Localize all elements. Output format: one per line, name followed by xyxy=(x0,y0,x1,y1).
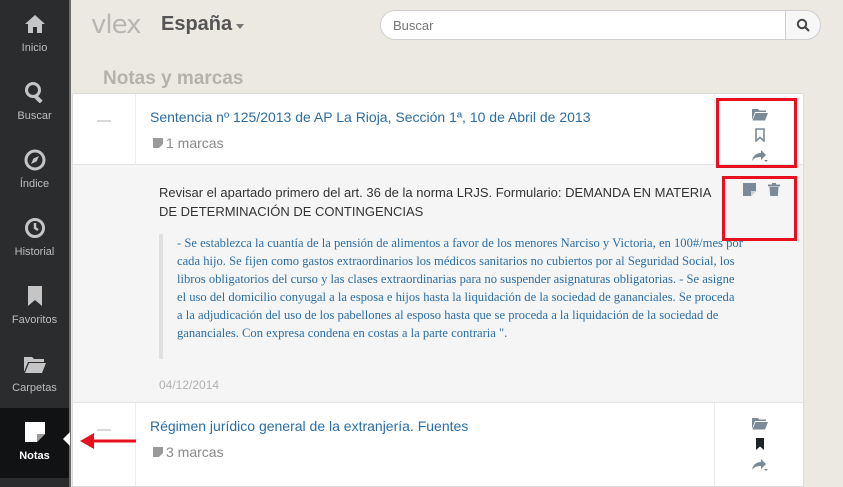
bookmark-icon xyxy=(27,284,43,308)
sidebar-item-favoritos[interactable]: Favoritos xyxy=(0,272,69,340)
chevron-down-icon[interactable] xyxy=(236,24,244,29)
folder-icon[interactable] xyxy=(752,417,768,430)
sidebar-item-label: Índice xyxy=(19,178,50,190)
sidebar-item-label: Buscar xyxy=(17,110,52,122)
notes-panel: Sentencia nº 125/2013 de AP La Rioja, Se… xyxy=(72,93,804,487)
sidebar-item-inicio[interactable]: Inicio xyxy=(0,0,69,68)
sidebar-item-label: Inicio xyxy=(21,42,48,54)
document-actions xyxy=(714,403,803,486)
note-quote: - Se establezca la cuantía de la pensión… xyxy=(159,234,743,359)
document-row: Sentencia nº 125/2013 de AP La Rioja, Se… xyxy=(73,94,803,165)
sidebar-item-indice[interactable]: Índice xyxy=(0,136,69,204)
page-title: Notas y marcas xyxy=(103,68,244,89)
sidebar-item-notas[interactable]: Notas xyxy=(0,408,69,478)
search-icon xyxy=(796,18,810,32)
search-button[interactable] xyxy=(786,10,821,40)
compass-icon xyxy=(24,148,46,172)
share-icon[interactable] xyxy=(751,458,769,472)
row-divider xyxy=(135,94,136,165)
sidebar-item-label: Carpetas xyxy=(12,382,57,394)
history-icon xyxy=(24,216,46,240)
note-date: 04/12/2014 xyxy=(159,378,220,392)
search-icon xyxy=(24,80,46,104)
note-title: Revisar el apartado primero del art. 36 … xyxy=(159,185,711,219)
sidebar: Inicio Buscar Índice Historial Favoritos… xyxy=(0,0,69,487)
marks-label: 1 marcas xyxy=(166,135,224,151)
note-icon xyxy=(153,447,163,457)
document-title-link[interactable]: Sentencia nº 125/2013 de AP La Rioja, Se… xyxy=(150,109,590,125)
bookmark-filled-icon[interactable] xyxy=(755,437,765,451)
note-icon xyxy=(153,138,163,148)
note-icon xyxy=(24,420,46,444)
highlight-box-note-actions xyxy=(722,176,797,241)
marks-count[interactable]: 1 marcas xyxy=(153,135,224,151)
home-icon xyxy=(24,12,46,36)
sidebar-item-label: Favoritos xyxy=(11,314,58,326)
vlex-logo[interactable]: vlex xyxy=(91,10,142,40)
marks-count[interactable]: 3 marcas xyxy=(153,444,224,460)
search-input[interactable] xyxy=(380,10,786,40)
active-indicator xyxy=(63,432,70,446)
document-title-link[interactable]: Régimen jurídico general de la extranjer… xyxy=(150,418,468,434)
header: vlex España xyxy=(71,0,843,52)
marks-label: 3 marcas xyxy=(166,444,224,460)
folder-icon xyxy=(23,352,47,376)
sidebar-item-historial[interactable]: Historial xyxy=(0,204,69,272)
sidebar-item-label: Historial xyxy=(14,246,55,258)
sidebar-item-label: Notas xyxy=(19,450,50,462)
document-row: Régimen jurídico general de la extranjer… xyxy=(73,403,803,486)
sidebar-item-buscar[interactable]: Buscar xyxy=(0,68,69,136)
sidebar-divider xyxy=(69,0,71,487)
sidebar-item-carpetas[interactable]: Carpetas xyxy=(0,340,69,408)
country-selector[interactable]: España xyxy=(161,13,232,36)
note-item: Revisar el apartado primero del art. 36 … xyxy=(73,165,803,403)
highlight-box-document-actions xyxy=(716,98,797,168)
collapse-toggle[interactable] xyxy=(97,120,111,122)
arrow-annotation xyxy=(80,433,136,449)
